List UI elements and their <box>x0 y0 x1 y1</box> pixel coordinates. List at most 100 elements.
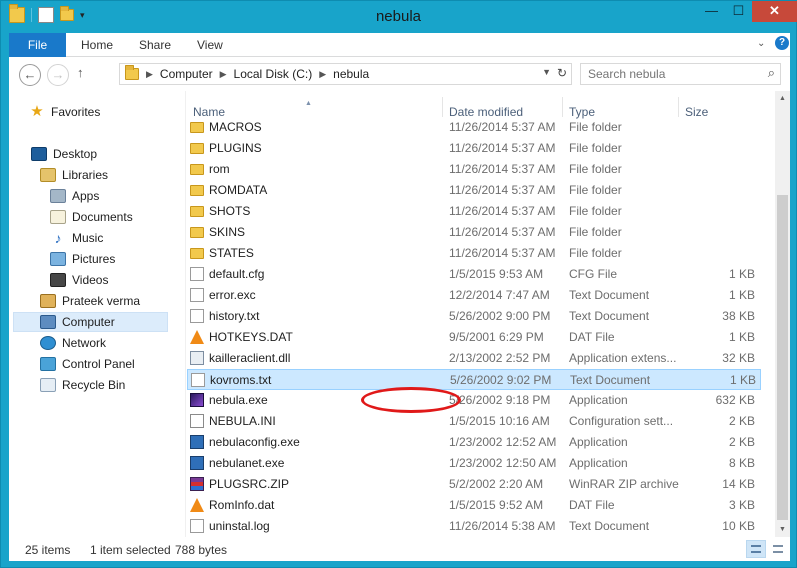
nav-item-desktop[interactable]: Desktop <box>31 144 97 164</box>
nav-item-pictures[interactable]: Pictures <box>50 249 115 269</box>
scroll-down-icon[interactable]: ▼ <box>775 522 790 537</box>
file-row[interactable]: SKINS 11/26/2014 5:37 AM File folder <box>187 222 761 243</box>
file-date-modified: 1/5/2015 10:16 AM <box>449 414 550 428</box>
file-row[interactable]: kovroms.txt 5/26/2002 9:02 PM Text Documen… <box>187 369 761 390</box>
file-size: 1 KB <box>729 373 756 387</box>
back-button[interactable]: ← <box>19 64 41 86</box>
file-date-modified: 9/5/2001 6:29 PM <box>449 330 544 344</box>
maximize-button[interactable]: ☐ <box>725 1 752 22</box>
column-header-date[interactable]: Date modified <box>443 97 563 119</box>
breadcrumb-nebula[interactable]: nebula <box>333 67 369 81</box>
address-history-icon[interactable]: ▼ <box>542 67 551 77</box>
nav-item-apps[interactable]: Apps <box>50 186 99 206</box>
search-box[interactable]: ⌕ <box>580 63 781 85</box>
navigation-bar: ← → ↑ ▶ Computer ▶ Local Disk (C:) ▶ neb… <box>9 57 790 91</box>
nav-item-libraries[interactable]: Libraries <box>40 165 108 185</box>
file-row[interactable]: PLUGINS 11/26/2014 5:37 AM File folder <box>187 138 761 159</box>
vertical-scrollbar[interactable]: ▲ ▼ <box>775 91 790 537</box>
nav-item-control-panel[interactable]: Control Panel <box>40 354 135 374</box>
breadcrumb-computer[interactable]: Computer <box>160 67 213 81</box>
file-type: Text Document <box>569 309 650 323</box>
file-name: rom <box>209 162 230 176</box>
file-name: error.exc <box>209 288 256 302</box>
nav-item-computer[interactable]: Computer <box>13 312 168 332</box>
file-row[interactable]: nebulanet.exe 1/23/2002 12:50 AM Applicati… <box>187 453 761 474</box>
file-type: Application <box>569 435 628 449</box>
close-button[interactable]: ✕ <box>752 1 797 22</box>
nav-label: Desktop <box>53 147 98 161</box>
file-row[interactable]: nebula.exe 5/26/2002 9:18 PM Application 63… <box>187 390 761 411</box>
address-bar[interactable]: ▶ Computer ▶ Local Disk (C:) ▶ nebula ▼ … <box>119 63 572 85</box>
file-row[interactable]: default.cfg 1/5/2015 9:53 AM CFG File 1 KB <box>187 264 761 285</box>
column-header-name[interactable]: ▲ Name <box>187 97 443 119</box>
file-date-modified: 12/2/2014 7:47 AM <box>449 288 550 302</box>
scroll-up-icon[interactable]: ▲ <box>775 91 790 106</box>
file-row[interactable]: kailleraclient.dll 2/13/2002 2:52 PM Appli… <box>187 348 761 369</box>
ini-icon <box>190 414 204 428</box>
file-row[interactable]: SHOTS 11/26/2014 5:37 AM File folder <box>187 201 761 222</box>
file-row[interactable]: HOTKEYS.DAT 9/5/2001 6:29 PM DAT File 1 KB <box>187 327 761 348</box>
tab-share[interactable]: Share <box>139 33 171 57</box>
folder-icon <box>190 122 204 133</box>
chevron-down-icon[interactable]: ⌄ <box>757 38 765 49</box>
tab-view[interactable]: View <box>197 33 223 57</box>
selection-size: 788 bytes <box>175 543 228 557</box>
folder-icon <box>190 143 204 154</box>
file-row[interactable]: NEBULA.INI 1/5/2015 10:16 AM Configuration… <box>187 411 761 432</box>
nav-item-favorites[interactable]: ★ Favorites <box>29 102 100 122</box>
selection-count: 1 item selected <box>90 543 171 557</box>
file-date-modified: 1/5/2015 9:52 AM <box>449 498 544 512</box>
file-type: Application <box>569 456 628 470</box>
breadcrumb-local-disk[interactable]: Local Disk (C:) <box>234 67 313 81</box>
nav-label: Documents <box>72 210 133 224</box>
refresh-icon[interactable]: ↻ <box>557 66 567 80</box>
videos-icon <box>50 273 66 287</box>
file-type: Text Document <box>569 288 650 302</box>
red-annotation-circle <box>361 387 461 413</box>
file-row[interactable]: PLUGSRC.ZIP 5/2/2002 2:20 AM WinRAR ZIP ar… <box>187 474 761 495</box>
chevron-right-icon[interactable]: ▶ <box>319 69 326 80</box>
pane-divider[interactable] <box>185 91 186 537</box>
search-icon[interactable]: ⌕ <box>768 65 775 81</box>
scrollbar-thumb[interactable] <box>777 195 788 520</box>
nav-item-videos[interactable]: Videos <box>50 270 108 290</box>
file-date-modified: 11/26/2014 5:38 AM <box>449 519 556 533</box>
nav-label: Control Panel <box>62 357 135 371</box>
file-type: Configuration sett... <box>569 414 674 428</box>
large-icons-view-button[interactable] <box>768 540 788 558</box>
chevron-right-icon[interactable]: ▶ <box>220 69 227 80</box>
file-name: history.txt <box>209 309 260 323</box>
details-view-button[interactable] <box>746 540 766 558</box>
file-size: 14 KB <box>722 477 755 491</box>
file-row[interactable]: uninstal.log 11/26/2014 5:38 AM Text Docum… <box>187 516 761 537</box>
file-type: DAT File <box>569 498 615 512</box>
minimize-button[interactable]: — <box>698 1 725 22</box>
file-name: SKINS <box>209 225 246 239</box>
tab-home[interactable]: Home <box>81 33 113 57</box>
nav-item-documents[interactable]: Documents <box>50 207 133 227</box>
nav-item-user[interactable]: Prateek verma <box>40 291 140 311</box>
file-row[interactable]: MACROS 11/26/2014 5:37 AM File folder <box>187 117 761 138</box>
file-name: SHOTS <box>209 204 251 218</box>
up-button[interactable]: ↑ <box>77 65 84 80</box>
column-header-size[interactable]: Size <box>679 97 759 119</box>
apps-icon <box>50 189 66 203</box>
file-row[interactable]: nebulaconfig.exe 1/23/2002 12:52 AM Applic… <box>187 432 761 453</box>
file-row[interactable]: rom 11/26/2014 5:37 AM File folder <box>187 159 761 180</box>
help-icon[interactable]: ? <box>775 36 789 50</box>
file-type: CFG File <box>569 267 617 281</box>
tab-file[interactable]: File <box>9 33 66 57</box>
file-row[interactable]: error.exc 12/2/2014 7:47 AM Text Document 1… <box>187 285 761 306</box>
file-row[interactable]: RomInfo.dat 1/5/2015 9:52 AM DAT File 3 KB <box>187 495 761 516</box>
file-name: NEBULA.INI <box>209 414 276 428</box>
file-row[interactable]: ROMDATA 11/26/2014 5:37 AM File folder <box>187 180 761 201</box>
search-input[interactable] <box>581 64 751 84</box>
nav-item-network[interactable]: Network <box>40 333 106 353</box>
nav-item-recycle-bin[interactable]: Recycle Bin <box>40 375 125 395</box>
forward-button[interactable]: → <box>47 64 69 86</box>
chevron-right-icon[interactable]: ▶ <box>146 69 153 80</box>
nav-item-music[interactable]: ♪ Music <box>50 228 104 248</box>
file-row[interactable]: history.txt 5/26/2002 9:00 PM Text Documen… <box>187 306 761 327</box>
file-row[interactable]: STATES 11/26/2014 5:37 AM File folder <box>187 243 761 264</box>
column-header-type[interactable]: Type <box>563 97 679 119</box>
